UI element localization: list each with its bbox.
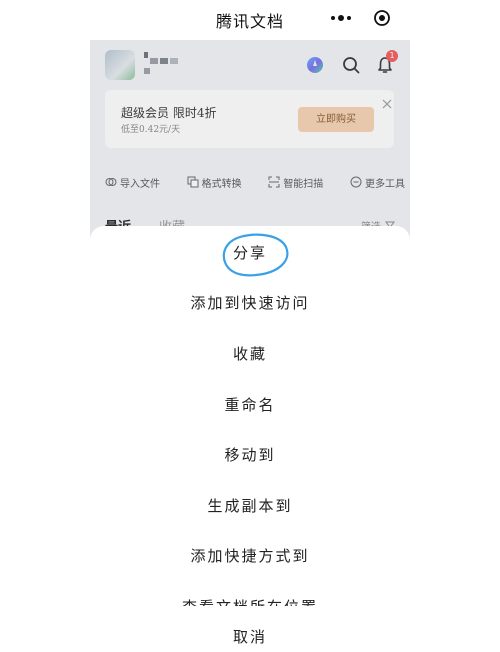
close-miniprogram-button[interactable] (372, 8, 392, 28)
menu-item-favorite[interactable]: 收藏 (90, 343, 410, 365)
menu-item-move-to[interactable]: 移动到 (90, 444, 410, 466)
modal-mask[interactable] (90, 40, 410, 240)
menu-item-add-quick-access[interactable]: 添加到快速访问 (90, 292, 410, 314)
menu-item-create-copy[interactable]: 生成副本到 (90, 495, 410, 517)
cancel-button[interactable]: 取消 (90, 626, 410, 648)
target-close-icon (374, 10, 390, 26)
menu-item-share[interactable]: 分享 (90, 242, 410, 264)
more-dots-icon (331, 15, 351, 21)
navbar: 腾讯文档 (0, 0, 500, 40)
menu-item-rename[interactable]: 重命名 (90, 394, 410, 416)
app-title: 腾讯文档 (215, 12, 284, 31)
more-menu-button[interactable] (326, 8, 356, 28)
menu-item-add-shortcut[interactable]: 添加快捷方式到 (90, 545, 410, 567)
menu-item-view-location[interactable]: 查看文档所在位置 (90, 596, 410, 606)
action-sheet: 分享 添加到快速访问 收藏 重命名 移动到 生成副本到 添加快捷方式到 查看文档… (90, 226, 410, 652)
